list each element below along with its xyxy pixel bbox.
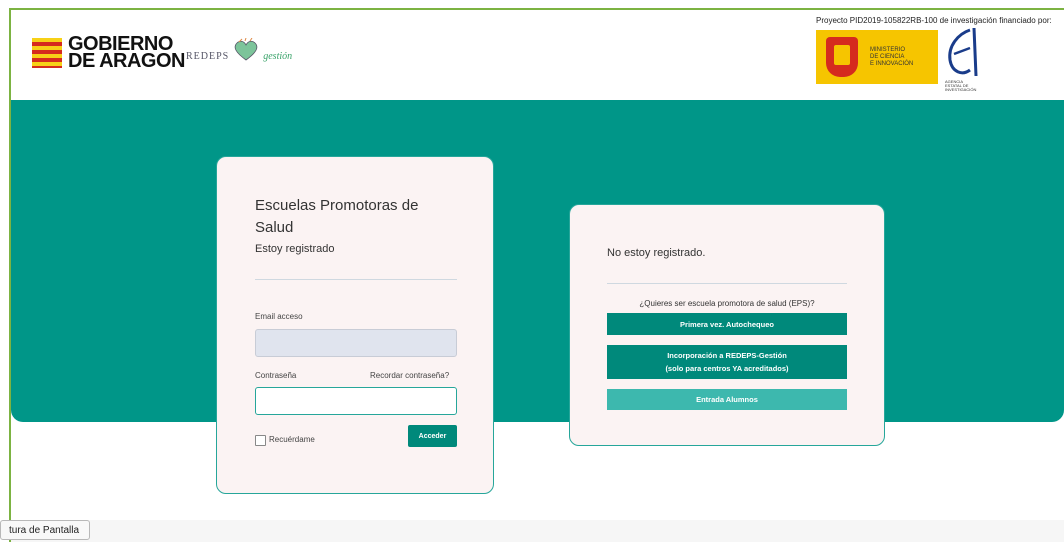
register-question: ¿Quieres ser escuela promotora de salud … <box>639 299 815 308</box>
redeps-text: REDEPS <box>186 51 230 62</box>
escudo-espana-icon <box>826 37 858 77</box>
screenshot-tooltip: tura de Pantalla <box>0 520 91 540</box>
gobierno-aragon-text: GOBIERNO DE ARAGON <box>68 34 185 72</box>
login-card-title: Escuelas Promotoras de Salud <box>255 197 419 236</box>
login-divider <box>255 279 457 280</box>
login-submit-button[interactable]: Acceder <box>408 425 457 447</box>
teal-background-band <box>11 100 1064 422</box>
login-card-subtitle: Estoy registrado <box>255 243 335 255</box>
gobierno-line2: DE ARAGON <box>68 50 185 72</box>
email-label: Email acceso <box>255 312 303 321</box>
ministerio-logo: Ministerio de Ciencia e Innovación <box>816 30 938 84</box>
ministerio-line1: Ministerio <box>870 46 906 53</box>
register-divider <box>607 283 847 284</box>
gestion-text: gestión <box>263 51 293 62</box>
ministerio-line3: e Innovación <box>870 60 914 67</box>
recover-password-link[interactable]: Recordar contraseña? <box>370 371 449 380</box>
ministerio-line2: de Ciencia <box>870 53 905 60</box>
heart-icon <box>235 38 258 61</box>
aei-text: AGENCIA ESTATAL DE INVESTIGACIÓN <box>945 79 977 92</box>
register-card: No estoy registrado. ¿Quieres ser escuel… <box>569 204 885 446</box>
login-card: Escuelas Promotoras de Salud Estoy regis… <box>216 156 494 494</box>
first-time-self-check-button[interactable]: Primera vez. Autochequeo <box>607 313 847 335</box>
proyecto-text: Proyecto PID2019-105822RB-100 de investi… <box>816 16 1052 25</box>
remember-me-label: Recuérdame <box>269 435 315 444</box>
incorporation-line1: Incorporación a REDEPS-Gestión <box>667 351 787 360</box>
bottom-strip <box>11 520 1064 542</box>
gobierno-aragon-logo[interactable]: GOBIERNO DE ARAGON <box>32 34 185 72</box>
incorporation-line2: (solo para centros YA acreditados) <box>665 364 789 373</box>
aragon-flag-icon <box>32 38 62 68</box>
remember-me-checkbox[interactable] <box>255 435 266 446</box>
register-card-title: No estoy registrado. <box>607 247 706 259</box>
password-input[interactable] <box>255 387 457 415</box>
email-input[interactable] <box>255 329 457 357</box>
ministerio-text: Ministerio de Ciencia e Innovación <box>870 47 913 68</box>
password-label: Contraseña <box>255 371 297 380</box>
students-entry-button[interactable]: Entrada Alumnos <box>607 389 847 410</box>
redeps-gestion-logo[interactable]: REDEPS gestión <box>186 38 292 62</box>
incorporation-redeps-button[interactable]: Incorporación a REDEPS-Gestión (solo par… <box>607 345 847 379</box>
